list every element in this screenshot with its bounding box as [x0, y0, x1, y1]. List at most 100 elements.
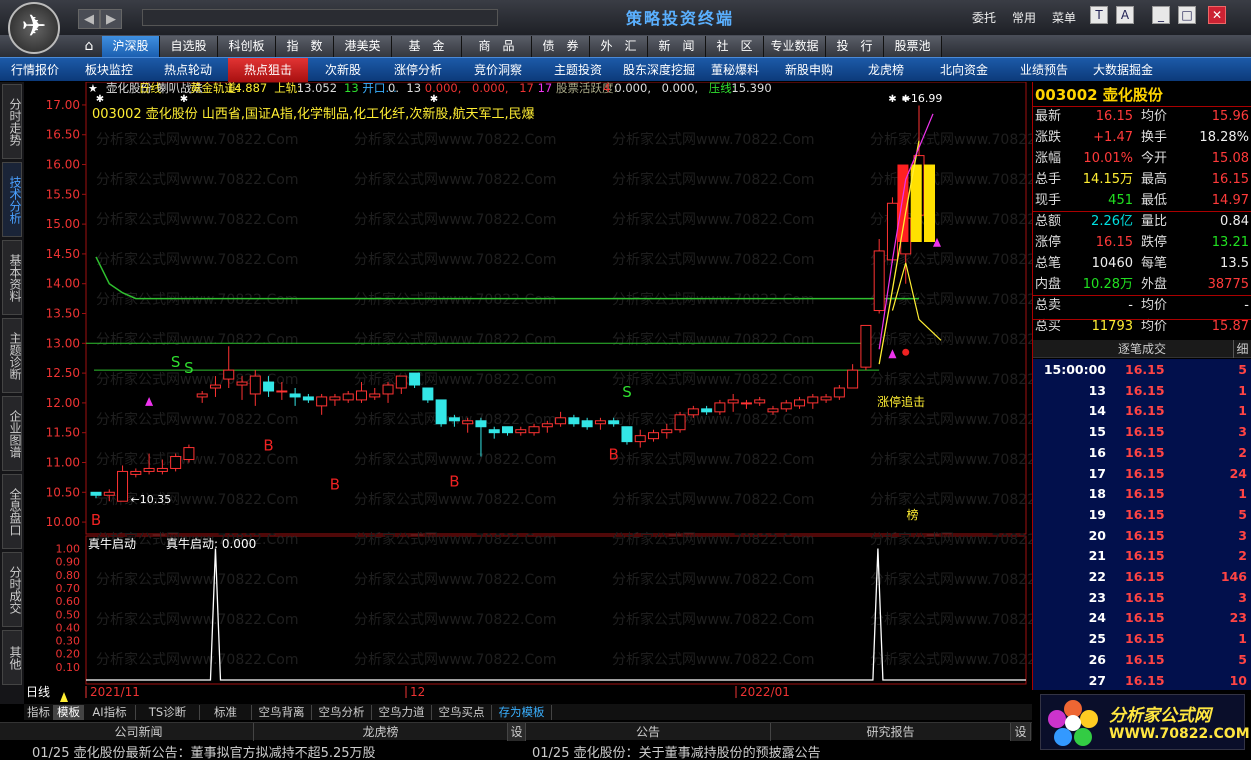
nav-tab-2[interactable]: 科创板: [218, 36, 276, 57]
menu-common[interactable]: 常用: [1012, 9, 1036, 26]
candle-body: [568, 417, 580, 425]
nav-tab-6[interactable]: 商 品: [462, 36, 532, 57]
nav-tab-1[interactable]: 自选股: [160, 36, 218, 57]
toolbar-a-button[interactable]: A: [1116, 6, 1134, 24]
sub-y-tick-label: 0.60: [56, 595, 81, 608]
sub-tab-2[interactable]: 热点轮动: [148, 58, 228, 82]
tick-volume: 146: [1220, 569, 1247, 584]
quote-value: 13.21: [1211, 235, 1249, 250]
bottom-tab-9[interactable]: 存为模板: [492, 705, 552, 720]
bottom-tab-4[interactable]: 标准: [200, 705, 252, 720]
sub-tab-10[interactable]: 新股申购: [770, 58, 848, 82]
nav-tab-10[interactable]: 社 区: [706, 36, 764, 57]
bottom-tab-8[interactable]: 空鸟买点: [432, 705, 492, 720]
sub-tab-12[interactable]: 北向资金: [924, 58, 1004, 82]
tick-detail-button[interactable]: 细: [1233, 340, 1251, 358]
sub-y-tick-label: 0.90: [56, 556, 81, 569]
quote-label: 量比: [1141, 214, 1168, 229]
sub-tab-13[interactable]: 业绩预告: [1004, 58, 1084, 82]
news-head-2[interactable]: 设: [508, 723, 526, 741]
maximize-button[interactable]: □: [1178, 6, 1196, 24]
watermark-text: 分析家公式网www.70822.Com: [870, 451, 1032, 468]
app-window: ✈ ◀ ▶ 策略投资终端 委托 常用 菜单 T A _ □ ✕ ⌂ 沪深股 自选股…: [0, 0, 1251, 760]
nav-tab-8[interactable]: 外 汇: [590, 36, 648, 57]
candle-body: [448, 417, 460, 422]
quote-value: -: [1244, 298, 1249, 313]
sub-tab-8[interactable]: 股东深度挖掘: [618, 58, 700, 82]
home-icon[interactable]: ⌂: [78, 38, 100, 54]
news-head-4[interactable]: 研究报告: [771, 723, 1011, 741]
tick-price: 16.15: [1125, 382, 1165, 398]
news-head-0[interactable]: 公司新闻: [24, 723, 254, 741]
watermark-text: 分析家公式网www.70822.Com: [354, 211, 556, 228]
bottom-tab-2[interactable]: AI指标: [84, 705, 136, 720]
tick-list[interactable]: 15:00:00 16.15 5 13 16.15 1 14 16.15 1 15 16.15 3 16…: [1033, 359, 1251, 690]
bottom-tab-0[interactable]: 指标: [24, 705, 54, 720]
low-label: ←10.35: [131, 493, 172, 506]
nav-tab-3[interactable]: 指 数: [276, 36, 334, 57]
sub-tab-0[interactable]: 行情报价: [0, 58, 70, 82]
kline-chart[interactable]: 分析家公式网www.70822.Com 分析家公式网www.70822.Com 分析…: [24, 82, 1032, 704]
left-tab-7[interactable]: 其他: [2, 630, 22, 685]
left-tab-5[interactable]: 全息盘口: [2, 474, 22, 549]
nav-tab-13[interactable]: 股票池: [884, 36, 942, 57]
back-button[interactable]: ◀: [78, 9, 100, 29]
bottom-tab-5[interactable]: 空鸟背离: [252, 705, 312, 720]
signal-bar: [924, 164, 935, 242]
address-bar[interactable]: [142, 9, 498, 26]
sub-tab-11[interactable]: 龙虎榜: [848, 58, 924, 82]
quote-value: 451: [1108, 193, 1133, 208]
tick-time: 21: [1088, 548, 1106, 564]
bottom-tab-7[interactable]: 空鸟力道: [372, 705, 432, 720]
nav-tab-11[interactable]: 专业数据: [764, 36, 826, 57]
bottom-tab-6[interactable]: 空鸟分析: [312, 705, 372, 720]
nav-tab-12[interactable]: 投 行: [826, 36, 884, 57]
tick-volume: 10: [1229, 672, 1247, 688]
news-head-3[interactable]: 公告: [526, 723, 771, 741]
sub-tab-1[interactable]: 板块监控: [70, 58, 148, 82]
news-head-5[interactable]: 设: [1011, 723, 1031, 741]
news-head-1[interactable]: 龙虎榜: [254, 723, 508, 741]
sub-tab-3[interactable]: 热点狙击: [228, 58, 308, 82]
y-tick-label: 10.50: [46, 485, 80, 499]
left-tab-0[interactable]: 分时走势: [2, 84, 22, 159]
news-item[interactable]: 01/25 壶化股份最新公告：董事拟官方拟减持不超5.25万股: [32, 742, 376, 760]
sub-tab-7[interactable]: 主题投资: [538, 58, 618, 82]
quote-label: 最低: [1141, 193, 1168, 208]
nav-tab-4[interactable]: 港美英: [334, 36, 392, 57]
candle-body: [289, 393, 301, 398]
left-tab-6[interactable]: 分时成交: [2, 552, 22, 627]
left-tab-3[interactable]: 主题诊断: [2, 318, 22, 393]
sub-tab-4[interactable]: 次新股: [308, 58, 378, 82]
menu-main[interactable]: 菜单: [1052, 9, 1076, 26]
watermark-text: 分析家公式网www.70822.Com: [96, 611, 298, 628]
indicator-text: 15.390: [731, 82, 771, 95]
sub-tab-6[interactable]: 竞价洞察: [458, 58, 538, 82]
forward-button[interactable]: ▶: [100, 9, 122, 29]
sub-tab-9[interactable]: 董秘爆料: [700, 58, 770, 82]
tick-volume: 23: [1229, 610, 1247, 626]
nav-tab-5[interactable]: 基 金: [392, 36, 462, 57]
nav-tab-7[interactable]: 债 券: [532, 36, 590, 57]
bottom-tab-3[interactable]: TS诊断: [136, 705, 200, 720]
star-marker-icon: ✱: [96, 94, 104, 105]
toolbar-t-button[interactable]: T: [1090, 6, 1108, 24]
sub-tab-14[interactable]: 大数据掘金: [1084, 58, 1162, 82]
watermark-text: 分析家公式网www.70822.Com: [96, 651, 298, 668]
left-tab-4[interactable]: 企业图谱: [2, 396, 22, 471]
menu-entrust[interactable]: 委托: [972, 9, 996, 26]
candle-body: [409, 372, 421, 386]
close-button[interactable]: ✕: [1208, 6, 1226, 24]
sub-tab-5[interactable]: 涨停分析: [378, 58, 458, 82]
nav-tab-0[interactable]: 沪深股: [102, 36, 160, 57]
left-tab-1[interactable]: 技术分析: [2, 162, 22, 237]
nav-tab-9[interactable]: 新 闻: [648, 36, 706, 57]
bottom-tab-1[interactable]: 模板: [54, 705, 84, 720]
s-signal: S: [622, 383, 632, 401]
candle-body: [249, 375, 261, 395]
tick-row: 25 16.15 1: [1033, 628, 1251, 649]
left-tab-2[interactable]: 基本资料: [2, 240, 22, 315]
candle-body: [302, 396, 314, 401]
minimize-button[interactable]: _: [1152, 6, 1170, 24]
news-item[interactable]: 01/25 壶化股份：关于董事减持股份的预披露公告: [532, 742, 821, 760]
